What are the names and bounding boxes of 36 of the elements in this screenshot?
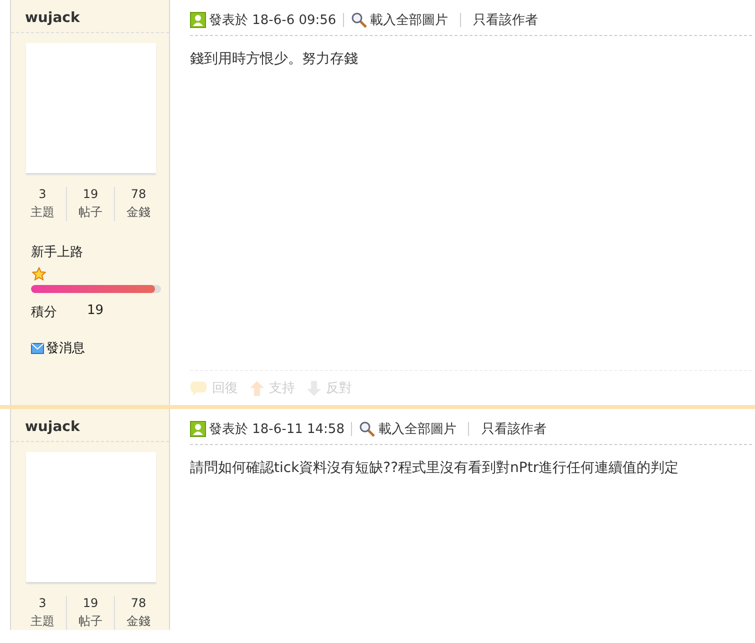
envelope-icon [31, 342, 44, 354]
user-icon [190, 12, 206, 28]
stat-label[interactable]: 金錢 [126, 613, 150, 630]
author-name[interactable]: wujack [11, 0, 169, 33]
rank-title: 新手上路 [31, 244, 84, 261]
stat-value: 3 [38, 596, 46, 610]
stat-label[interactable]: 主題 [30, 613, 54, 630]
search-icon [359, 421, 376, 437]
stat-value: 78 [130, 596, 146, 610]
load-images-link[interactable]: 載入全部圖片 [351, 11, 448, 29]
up-arrow-icon [250, 380, 264, 396]
posted-time: 發表於 18-6-11 14:58 [190, 420, 344, 438]
only-author-link[interactable]: 只看該作者 [473, 11, 538, 29]
speech-bubble-icon [190, 380, 207, 396]
stat-label[interactable]: 金錢 [126, 204, 150, 221]
only-author-link[interactable]: 只看該作者 [481, 420, 546, 438]
post-text: 錢到用時方恨少。努力存錢 [190, 50, 359, 69]
author-name[interactable]: wujack [11, 409, 169, 442]
points-label: 積分 [31, 304, 57, 321]
stat-label[interactable]: 主題 [30, 204, 54, 221]
posted-time: 發表於 18-6-6 09:56 [190, 11, 336, 29]
points-value: 19 [87, 303, 104, 320]
stat-value: 19 [82, 187, 98, 201]
avatar-placeholder[interactable] [26, 43, 156, 173]
avatar-placeholder[interactable] [26, 452, 156, 582]
stat-label[interactable]: 帖子 [78, 613, 102, 630]
post-text: 請問如何確認tick資料沒有短缺??程式里沒有看到對nPtr進行任何連續值的判定 [190, 459, 680, 478]
stat-value: 19 [82, 596, 98, 610]
user-icon [190, 421, 206, 437]
stat-label[interactable]: 帖子 [78, 204, 102, 221]
send-message-link[interactable]: 發消息 [31, 339, 85, 357]
load-images-link[interactable]: 載入全部圖片 [359, 420, 456, 438]
star-icon [32, 267, 46, 281]
search-icon [351, 12, 368, 28]
stat-value: 3 [38, 187, 46, 201]
stat-value: 78 [130, 187, 146, 201]
